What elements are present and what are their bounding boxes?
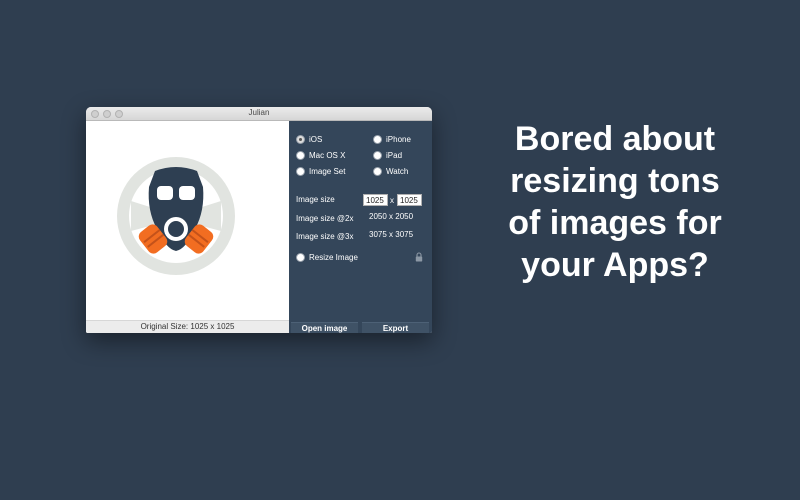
- radio-ipad[interactable]: iPad: [373, 150, 402, 160]
- radio-watch-circle[interactable]: [373, 166, 382, 176]
- resize-image-radio[interactable]: [296, 252, 305, 262]
- radio-mac-os-x-label: Mac OS X: [309, 150, 346, 160]
- headline-line-2: resizing tons: [510, 162, 720, 200]
- radio-ios-label: iOS: [309, 134, 323, 144]
- window-title: Julian: [248, 108, 270, 117]
- open-image-button[interactable]: Open image: [291, 322, 358, 333]
- promo-headline: Bored about resizing tons of images for …: [470, 118, 760, 286]
- headline-line-3: of images for: [508, 204, 722, 242]
- radio-mac-os-x-circle[interactable]: [296, 150, 305, 160]
- lock-icon[interactable]: [415, 252, 423, 262]
- radio-ipad-label: iPad: [386, 150, 403, 160]
- headline-line-4: your Apps?: [521, 246, 709, 284]
- image-height-input[interactable]: [397, 194, 422, 206]
- export-button[interactable]: Export: [362, 322, 429, 333]
- radio-ipad-circle[interactable]: [373, 150, 382, 160]
- title-bar[interactable]: Julian: [86, 107, 432, 121]
- app-window: Julian Original Size: 1025 x 1025 iOS Ma…: [86, 107, 432, 333]
- settings-panel: iOS Mac OS X Image Set iPhone iPad Watch…: [289, 121, 432, 333]
- resize-image-option[interactable]: Resize Image: [296, 252, 358, 262]
- headline-line-1: Bored about: [514, 120, 716, 158]
- radio-ios-circle[interactable]: [296, 134, 305, 144]
- radio-image-set-label: Image Set: [309, 166, 346, 176]
- radio-mac-os-x[interactable]: Mac OS X: [296, 150, 345, 160]
- image-width-input[interactable]: [363, 194, 388, 206]
- radio-iphone[interactable]: iPhone: [373, 134, 411, 144]
- radio-image-set[interactable]: Image Set: [296, 166, 345, 176]
- size-separator: x: [390, 196, 394, 205]
- image-size-3x-label: Image size @3x: [296, 232, 354, 241]
- original-size-label: Original Size: 1025 x 1025: [86, 320, 289, 333]
- radio-watch[interactable]: Watch: [373, 166, 408, 176]
- radio-ios[interactable]: iOS: [296, 134, 322, 144]
- radio-watch-label: Watch: [386, 166, 409, 176]
- image-size-label: Image size: [296, 195, 335, 204]
- image-size-2x-label: Image size @2x: [296, 214, 354, 223]
- image-size-2x-value: 2050 x 2050: [369, 212, 414, 221]
- image-preview-pane[interactable]: Original Size: 1025 x 1025: [86, 121, 289, 333]
- radio-iphone-label: iPhone: [386, 134, 411, 144]
- resize-image-label: Resize Image: [309, 252, 358, 262]
- image-size-3x-value: 3075 x 3075: [369, 230, 414, 239]
- radio-image-set-circle[interactable]: [296, 166, 305, 176]
- gas-mask-icon: [117, 157, 235, 275]
- radio-iphone-circle[interactable]: [373, 134, 382, 144]
